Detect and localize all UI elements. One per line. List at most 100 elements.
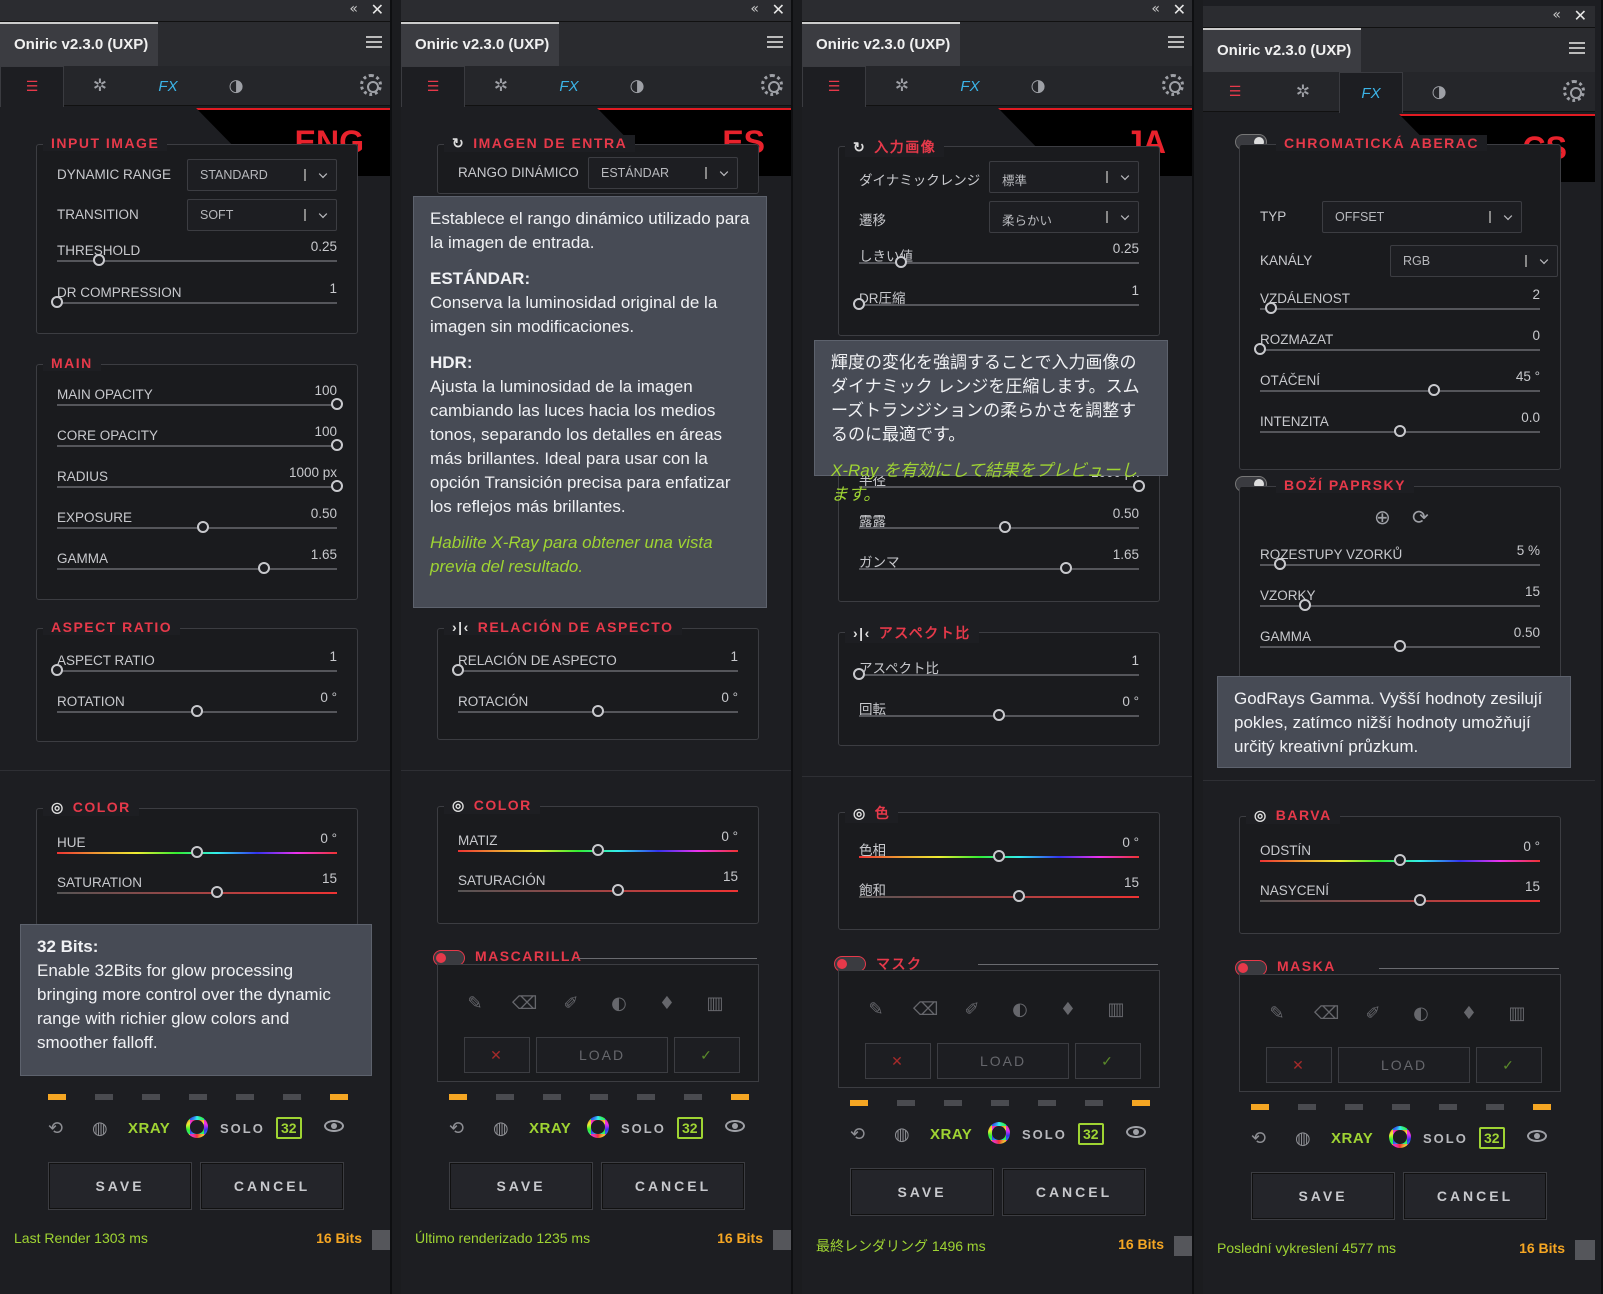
resize-grip[interactable]	[773, 1230, 791, 1250]
slider-knob[interactable]	[1265, 302, 1278, 314]
slider-knob[interactable]	[331, 398, 343, 410]
slider-knob[interactable]	[592, 705, 604, 717]
reset-icon[interactable]: ⟲	[850, 1124, 865, 1145]
slider-track[interactable]	[458, 890, 738, 892]
eraser-icon[interactable]: ⌫	[512, 993, 537, 1015]
color-ring-icon[interactable]	[1389, 1126, 1411, 1148]
slider-track[interactable]	[859, 674, 1139, 676]
slider-track[interactable]	[57, 445, 337, 447]
save-button[interactable]: SAVE	[850, 1168, 994, 1216]
reset-icon[interactable]: ⟲	[48, 1118, 63, 1139]
menu-icon[interactable]	[1168, 36, 1184, 48]
menu-icon[interactable]	[366, 36, 382, 48]
slider-track[interactable]	[57, 568, 337, 570]
collapse-icon[interactable]: «	[750, 1, 759, 17]
slider-knob[interactable]	[331, 480, 343, 492]
close-icon[interactable]: ✕	[1574, 6, 1587, 25]
clear-mask-button[interactable]: ✕	[464, 1037, 530, 1073]
target-icon[interactable]: ⊕	[1374, 505, 1391, 529]
contrast-icon[interactable]: ◐	[608, 993, 630, 1015]
gear-icon[interactable]	[761, 74, 783, 96]
slider-knob[interactable]	[93, 254, 105, 266]
tab-fx[interactable]: FX	[1339, 72, 1403, 113]
slider-track[interactable]	[458, 670, 738, 672]
slider-knob[interactable]	[611, 884, 624, 896]
cancel-button[interactable]: CANCEL	[200, 1162, 344, 1210]
drop-icon[interactable]: ♦	[1458, 1003, 1480, 1025]
eye-icon[interactable]	[1527, 1130, 1547, 1142]
tab-blend[interactable]: ◑	[605, 66, 669, 106]
slider-knob[interactable]	[51, 664, 63, 676]
slider-knob[interactable]	[592, 844, 604, 856]
slider-track[interactable]	[859, 304, 1139, 306]
slider-knob[interactable]	[853, 668, 865, 680]
slider-knob[interactable]	[1012, 890, 1025, 902]
save-button[interactable]: SAVE	[48, 1162, 192, 1210]
slider-knob[interactable]	[1394, 854, 1406, 866]
slider-knob[interactable]	[895, 256, 907, 268]
trash-icon[interactable]: ▥	[704, 993, 726, 1015]
slider-knob[interactable]	[1394, 425, 1406, 437]
menu-icon[interactable]	[1569, 42, 1585, 54]
slider-track[interactable]	[57, 302, 337, 304]
clear-mask-button[interactable]: ✕	[1266, 1047, 1332, 1083]
xray-toggle[interactable]: XRAY	[529, 1120, 571, 1137]
drop-icon[interactable]: ♦	[1057, 999, 1079, 1021]
dropdown[interactable]: ESTÁNDAR	[588, 157, 738, 189]
close-icon[interactable]: ✕	[772, 0, 785, 19]
slider-track[interactable]	[1260, 900, 1540, 902]
save-button[interactable]: SAVE	[1251, 1172, 1395, 1220]
eye-icon[interactable]	[324, 1120, 344, 1132]
collapse-icon[interactable]: «	[1552, 7, 1561, 23]
eye-icon[interactable]	[1126, 1126, 1146, 1138]
resize-grip[interactable]	[372, 1230, 390, 1250]
collapse-icon[interactable]: «	[349, 1, 358, 17]
contrast-icon[interactable]: ◐	[1009, 999, 1031, 1021]
reset-icon[interactable]: ⟲	[449, 1118, 464, 1139]
cancel-button[interactable]: CANCEL	[1403, 1172, 1547, 1220]
apply-mask-button[interactable]: ✓	[674, 1037, 740, 1073]
gear-icon[interactable]	[360, 74, 382, 96]
bits32-toggle[interactable]: 32	[1078, 1123, 1104, 1145]
slider-track[interactable]	[57, 404, 337, 406]
picker-icon[interactable]: ✐	[1362, 1003, 1384, 1025]
slider-knob[interactable]	[1060, 562, 1073, 574]
globe-icon[interactable]: ◍	[1295, 1128, 1311, 1149]
slider-knob[interactable]	[1254, 343, 1266, 355]
resize-grip[interactable]	[1575, 1240, 1595, 1260]
slider-knob[interactable]	[1413, 894, 1426, 906]
close-icon[interactable]: ✕	[371, 0, 384, 19]
tab-blend[interactable]: ◑	[204, 66, 268, 106]
cancel-button[interactable]: CANCEL	[601, 1162, 745, 1210]
brush-icon[interactable]: ✎	[865, 999, 887, 1021]
menu-icon[interactable]	[767, 36, 783, 48]
slider-knob[interactable]	[331, 439, 343, 451]
close-icon[interactable]: ✕	[1173, 0, 1186, 19]
color-ring-icon[interactable]	[988, 1122, 1010, 1144]
collapse-icon[interactable]: «	[1151, 1, 1160, 17]
slider-track[interactable]	[57, 892, 337, 894]
refresh-icon[interactable]: ⟳	[1412, 505, 1429, 529]
solo-toggle[interactable]: SOLO	[1022, 1127, 1067, 1142]
bits32-toggle[interactable]: 32	[677, 1117, 703, 1139]
slider-knob[interactable]	[452, 664, 464, 676]
tab-sparkle[interactable]: ✲	[469, 66, 533, 106]
solo-toggle[interactable]: SOLO	[1423, 1131, 1468, 1146]
slider-knob[interactable]	[191, 846, 203, 858]
slider-track[interactable]	[859, 896, 1139, 898]
slider-track[interactable]	[57, 486, 337, 488]
slider-knob[interactable]	[196, 521, 209, 533]
tab-fx[interactable]: FX	[938, 66, 1002, 106]
slider-knob[interactable]	[1427, 384, 1440, 396]
slider-knob[interactable]	[258, 562, 271, 574]
xray-toggle[interactable]: XRAY	[1331, 1130, 1373, 1147]
slider-knob[interactable]	[993, 850, 1005, 862]
bits32-toggle[interactable]: 32	[276, 1117, 302, 1139]
bits32-toggle[interactable]: 32	[1479, 1127, 1505, 1149]
trash-icon[interactable]: ▥	[1105, 999, 1127, 1021]
tab-sliders[interactable]: ☰	[0, 66, 64, 107]
eraser-icon[interactable]: ⌫	[913, 999, 938, 1021]
xray-toggle[interactable]: XRAY	[930, 1126, 972, 1143]
color-ring-icon[interactable]	[186, 1116, 208, 1138]
picker-icon[interactable]: ✐	[961, 999, 983, 1021]
